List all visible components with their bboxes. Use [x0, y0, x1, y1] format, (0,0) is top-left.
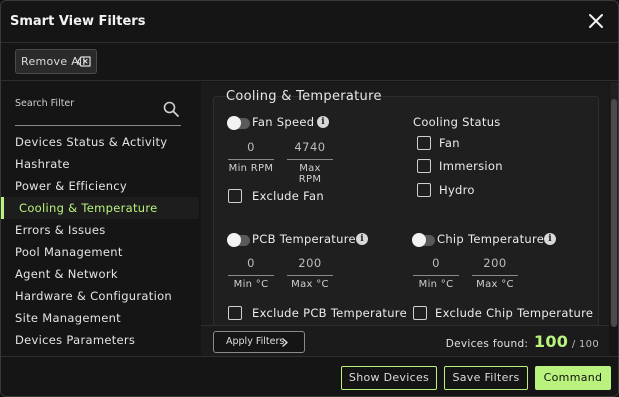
chip-min-input[interactable]: 0	[413, 256, 459, 270]
cooling-immersion-checkbox[interactable]	[417, 159, 431, 173]
cooling-immersion-label: Immersion	[439, 159, 503, 173]
devices-total: / 100	[571, 339, 599, 350]
filter-footer: Apply Filters Devices found: 100 / 100	[201, 325, 609, 356]
cooling-hydro-checkbox[interactable]	[417, 183, 431, 197]
save-filters-button[interactable]: Save Filters	[444, 366, 528, 390]
sidebar-item-pool-management[interactable]: Pool Management	[1, 241, 199, 263]
dialog-title: Smart View Filters	[10, 14, 146, 29]
pcb-min-underline	[228, 275, 274, 276]
chip-min-label: Min °C	[418, 279, 454, 290]
sidebar-item-devices-status[interactable]: Devices Status & Activity	[1, 131, 199, 153]
pcb-max-underline	[287, 275, 333, 276]
exclude-fan-checkbox[interactable]	[228, 189, 242, 203]
chip-temp-info-icon[interactable]: i	[544, 233, 556, 245]
dialog-header: Smart View Filters	[1, 1, 618, 43]
devices-found-counter: Devices found: 100 / 100	[446, 332, 599, 351]
chip-min-underline	[413, 275, 459, 276]
chip-temp-toggle[interactable]	[412, 233, 435, 247]
fan-max-underline	[287, 159, 333, 160]
exclude-pcb-label: Exclude PCB Temperature	[252, 306, 407, 320]
remove-all-button[interactable]: Remove All	[15, 49, 97, 74]
pcb-min-input[interactable]: 0	[228, 256, 274, 270]
sidebar-item-agent-network[interactable]: Agent & Network	[1, 263, 199, 285]
pcb-temp-info-icon[interactable]: i	[356, 233, 368, 245]
exclude-chip-label: Exclude Chip Temperature	[435, 306, 594, 320]
chevron-right-icon	[282, 338, 288, 347]
cooling-fan-checkbox[interactable]	[417, 136, 431, 150]
backspace-icon	[77, 56, 91, 67]
content-scrollbar-thumb[interactable]	[611, 99, 617, 327]
pcb-min-label: Min °C	[233, 279, 269, 290]
close-icon[interactable]	[588, 13, 604, 29]
section-title: Cooling & Temperature	[226, 89, 382, 104]
fan-min-label: Min RPM	[228, 163, 274, 174]
sidebar-item-cooling-temperature[interactable]: Cooling & Temperature	[1, 197, 199, 219]
sidebar-item-site-management[interactable]: Site Management	[1, 307, 199, 329]
chip-max-underline	[472, 275, 518, 276]
filter-content-area[interactable]: Cooling & Temperature Fan Speed i 0 Min …	[201, 82, 609, 325]
devices-found-label: Devices found:	[445, 338, 529, 350]
apply-filters-label: Apply Filters	[226, 336, 285, 347]
sidebar-item-hashrate[interactable]: Hashrate	[1, 153, 199, 175]
search-icon[interactable]	[163, 101, 179, 117]
sidebar-item-hardware-config[interactable]: Hardware & Configuration	[1, 285, 199, 307]
smart-view-filters-dialog: Smart View Filters Remove All Search Fil…	[0, 0, 619, 397]
filter-categories-sidebar: Search Filter Devices Status & Activity …	[1, 82, 199, 355]
exclude-fan-label: Exclude Fan	[252, 189, 324, 203]
fan-max-label: Max RPM	[298, 163, 322, 185]
sidebar-item-power-efficiency[interactable]: Power & Efficiency	[1, 175, 199, 197]
chip-max-input[interactable]: 200	[472, 256, 518, 270]
command-button[interactable]: Command	[535, 366, 611, 390]
exclude-chip-checkbox[interactable]	[413, 306, 427, 320]
pcb-temp-toggle[interactable]	[227, 233, 250, 247]
fan-min-underline	[228, 159, 274, 160]
cooling-hydro-label: Hydro	[439, 183, 475, 197]
cooling-status-label: Cooling Status	[413, 115, 501, 129]
pcb-max-input[interactable]: 200	[287, 256, 333, 270]
fan-max-input[interactable]: 4740	[287, 140, 333, 154]
sidebar-item-errors-issues[interactable]: Errors & Issues	[1, 219, 199, 241]
fan-speed-info-icon[interactable]: i	[317, 116, 329, 128]
pcb-temp-label: PCB Temperature	[252, 232, 356, 246]
dialog-actions: Show Devices Save Filters Command	[1, 356, 618, 396]
exclude-pcb-checkbox[interactable]	[228, 306, 242, 320]
cooling-fan-label: Fan	[439, 136, 460, 150]
apply-filters-button[interactable]: Apply Filters	[213, 331, 305, 353]
cooling-temperature-panel: Cooling & Temperature Fan Speed i 0 Min …	[213, 89, 599, 325]
devices-found-count: 100	[533, 332, 569, 351]
sidebar-item-devices-parameters[interactable]: Devices Parameters	[1, 329, 199, 351]
search-input[interactable]	[15, 125, 181, 126]
filter-toolbar: Remove All	[1, 43, 618, 81]
pcb-max-label: Max °C	[291, 279, 329, 290]
fan-speed-toggle[interactable]	[227, 116, 250, 130]
search-filter-label: Search Filter	[15, 98, 75, 109]
chip-max-label: Max °C	[476, 279, 514, 290]
fan-speed-label: Fan Speed	[252, 115, 315, 129]
fan-min-input[interactable]: 0	[228, 140, 274, 154]
chip-temp-label: Chip Temperature	[437, 232, 545, 246]
show-devices-button[interactable]: Show Devices	[341, 366, 437, 390]
category-list: Devices Status & Activity Hashrate Power…	[1, 131, 199, 351]
